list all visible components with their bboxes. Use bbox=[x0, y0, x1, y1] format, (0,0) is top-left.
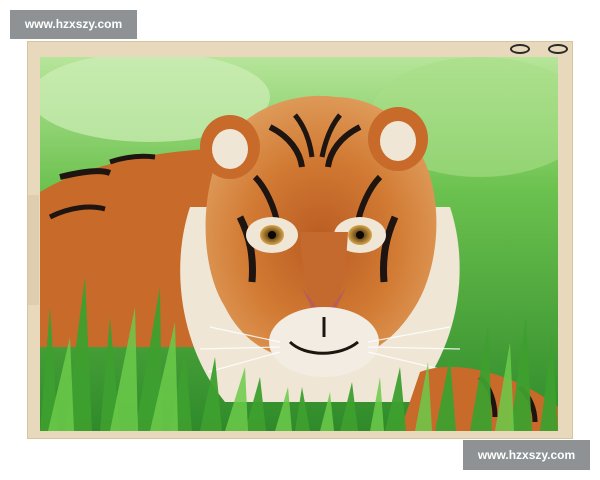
watermark-top: www.hzxszy.com bbox=[10, 10, 137, 39]
tiger-image bbox=[40, 57, 558, 431]
tiger-photo bbox=[40, 57, 558, 431]
frame-clip-icon bbox=[510, 44, 530, 54]
frame-icons bbox=[510, 44, 568, 54]
frame-clip-icon bbox=[548, 44, 568, 54]
frame-side-tab bbox=[27, 195, 39, 305]
watermark-bottom: www.hzxszy.com bbox=[463, 440, 590, 470]
